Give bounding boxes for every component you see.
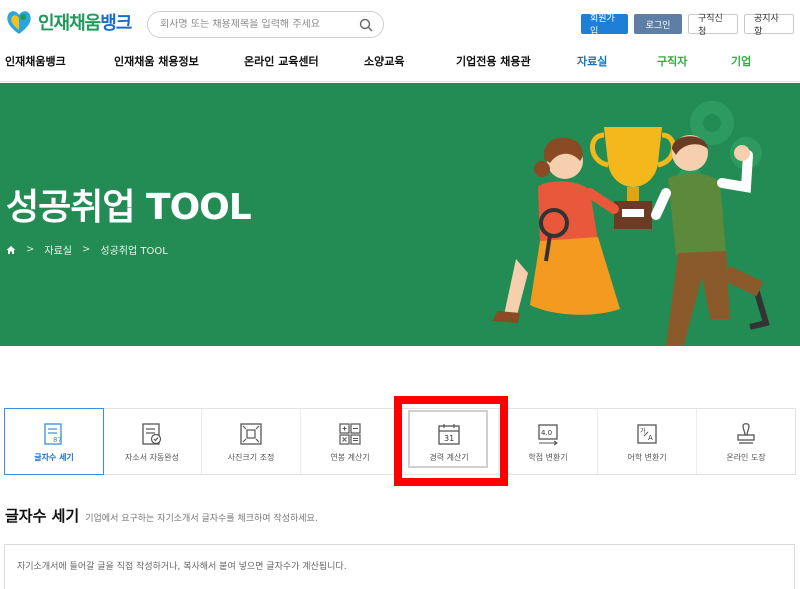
language-icon-text-ko: 가: [640, 427, 646, 435]
checklist-icon: [142, 423, 162, 445]
job-apply-button[interactable]: 구직신청: [688, 14, 738, 37]
tool-label: 자소서 자동완성: [124, 453, 180, 462]
breadcrumb: > 자료실 > 성공취업 TOOL: [6, 242, 168, 257]
search-bar: [147, 11, 384, 38]
home-icon[interactable]: [6, 245, 16, 255]
login-button[interactable]: 로그인: [634, 14, 682, 34]
text-count-icon-number: 87: [53, 436, 62, 444]
man-character: [651, 135, 770, 345]
tool-resume-autocomplete[interactable]: 자소서 자동완성: [103, 409, 202, 474]
tool-text-count[interactable]: 87 글자수 세기: [4, 408, 104, 475]
main-nav: 인재채움뱅크 인재채움 채용정보 온라인 교육센터 소양교육 기업전용 채용관 …: [0, 46, 800, 82]
stamp-icon: [737, 423, 755, 444]
highlight-annotation: [394, 396, 508, 486]
hero-illustration: [492, 101, 770, 345]
nav-item-company-recruit[interactable]: 기업전용 채용관: [456, 53, 531, 69]
grade-convert-icon: 4.0: [538, 424, 558, 446]
text-input-area[interactable]: 자기소개서에 들어갈 글을 직접 작성하거나, 복사해서 붙여 넣으면 글자수가…: [4, 544, 795, 589]
text-count-icon: 87: [44, 423, 62, 445]
page-title: 성공취업 TOOL: [6, 187, 252, 228]
tool-label: 연봉 계산기: [330, 453, 370, 462]
breadcrumb-separator: >: [26, 244, 35, 255]
signup-button[interactable]: 회원가입: [581, 14, 628, 37]
tool-label: 글자수 세기: [34, 453, 74, 462]
tool-photo-resize[interactable]: 사진크기 조정: [202, 409, 301, 474]
nav-item-basic-education[interactable]: 소양교육: [364, 53, 404, 69]
nav-item-job-info[interactable]: 인재채움 채용정보: [114, 53, 199, 69]
grade-icon-number: 4.0: [541, 429, 552, 437]
calculator-icon: [339, 423, 361, 445]
nav-item-home[interactable]: 인재채움뱅크: [5, 53, 66, 69]
language-icon-text-en: A: [648, 434, 653, 442]
notice-button[interactable]: 공지사항: [744, 14, 794, 37]
tool-label: 어학 변환기: [627, 453, 667, 462]
nav-item-resources[interactable]: 자료실: [577, 53, 607, 69]
search-input[interactable]: [160, 19, 359, 30]
language-convert-icon: 가 A: [637, 424, 657, 444]
tool-online-stamp[interactable]: 온라인 도장: [697, 409, 795, 474]
tool-language-converter[interactable]: 가 A 어학 변환기: [598, 409, 697, 474]
section-subtitle: 기업에서 요구하는 자기소개서 글자수를 체크하여 작성하세요.: [85, 514, 318, 524]
tool-label: 학점 변환기: [528, 453, 568, 462]
logo-text: 인재채움뱅크: [38, 9, 132, 35]
account-buttons: 회원가입 로그인 구직신청 공지사항: [581, 14, 794, 37]
section-title: 글자수 세기: [5, 507, 80, 525]
tool-grade-converter[interactable]: 4.0 학점 변환기: [499, 409, 598, 474]
logo-text-part2: 뱅크: [100, 13, 132, 34]
nav-item-jobseeker[interactable]: 구직자: [657, 53, 687, 69]
nav-item-education[interactable]: 온라인 교육센터: [244, 53, 319, 69]
breadcrumb-item-resources[interactable]: 자료실: [44, 242, 72, 257]
hero-banner: 성공취업 TOOL > 자료실 > 성공취업 TOOL: [0, 83, 800, 346]
breadcrumb-separator: >: [82, 244, 91, 255]
logo-heart-icon: [7, 11, 31, 34]
tool-label: 온라인 도장: [726, 453, 766, 462]
site-logo[interactable]: 인재채움뱅크: [4, 8, 132, 36]
tool-label: 사진크기 조정: [227, 453, 275, 462]
breadcrumb-item-current: 성공취업 TOOL: [100, 246, 168, 257]
woman-character: [492, 137, 620, 323]
tool-salary-calculator[interactable]: 연봉 계산기: [301, 409, 400, 474]
logo-text-part1: 인재채움: [38, 13, 101, 34]
top-header: 인재채움뱅크 회원가입 로그인 구직신청 공지사항: [0, 0, 800, 46]
nav-item-company[interactable]: 기업: [731, 53, 751, 69]
section-header: 글자수 세기 기업에서 요구하는 자기소개서 글자수를 체크하여 작성하세요.: [5, 505, 318, 526]
resize-icon: [240, 423, 262, 445]
search-icon[interactable]: [359, 18, 373, 32]
